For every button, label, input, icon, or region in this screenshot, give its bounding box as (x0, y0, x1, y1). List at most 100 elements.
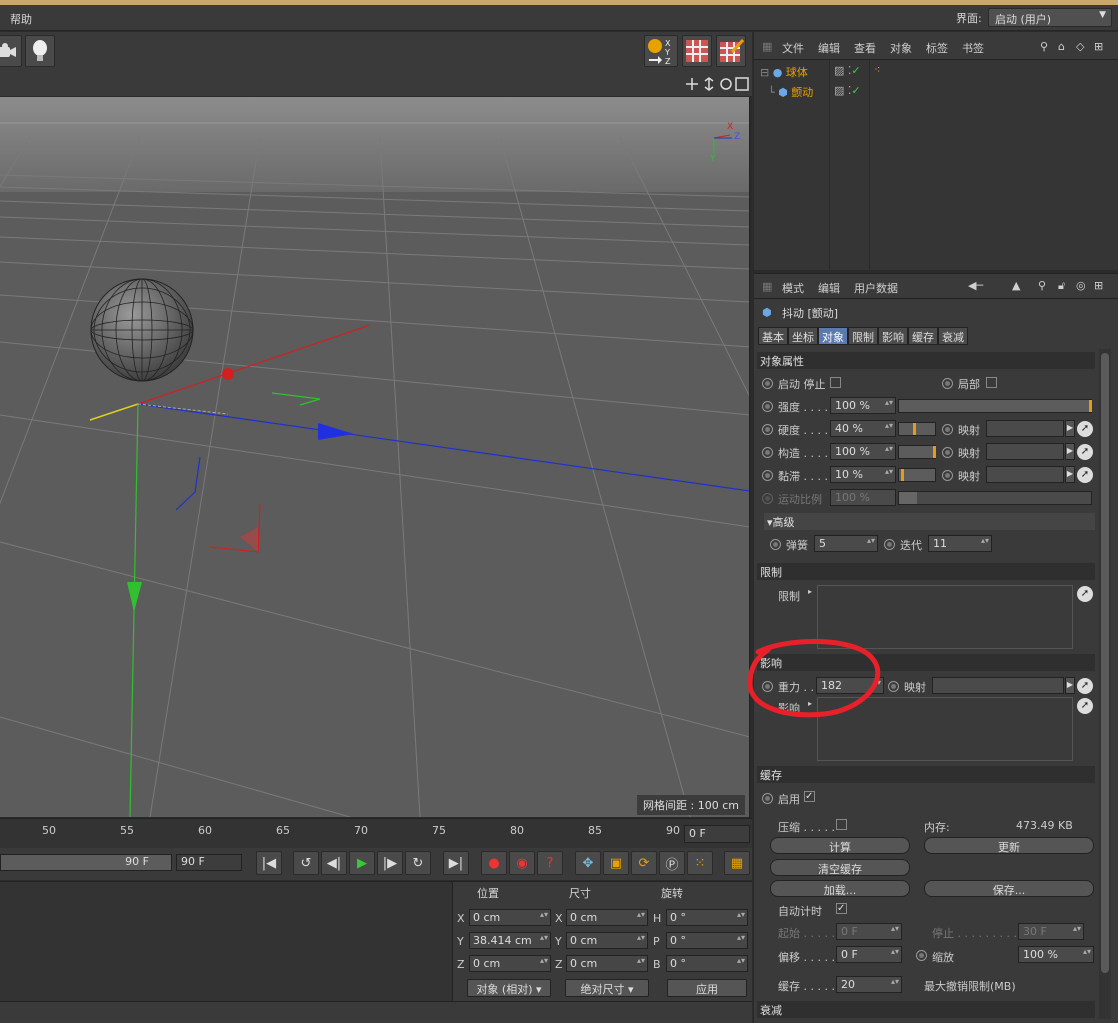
gravity-map-link[interactable] (932, 677, 1064, 694)
enable-checkbox[interactable]: ✓ (804, 791, 815, 802)
size-x-field[interactable]: 0 cm ▴▾ (566, 909, 648, 926)
new-panel-icon[interactable]: ⊞ (1094, 279, 1103, 292)
size-y-field[interactable]: 0 cm ▴▾ (566, 932, 648, 949)
tab-falloff[interactable]: 衰减 (938, 327, 968, 345)
spring-field[interactable]: 5 ▴▾ (814, 535, 878, 552)
back-arrow-icon[interactable]: ◀─ (968, 279, 983, 292)
tab-object[interactable]: 对象 (818, 327, 848, 345)
load-button[interactable]: 加载... (770, 880, 910, 897)
calculate-button[interactable]: 计算 (770, 837, 910, 854)
attribute-scrollbar[interactable] (1099, 349, 1111, 1019)
rot-h-field[interactable]: 0 ° ▴▾ (666, 909, 748, 926)
light-bulb-icon[interactable] (25, 35, 55, 67)
pick-cursor-icon[interactable]: ➚ (1077, 421, 1093, 437)
save-button[interactable]: 保存... (924, 880, 1094, 897)
layout-select[interactable]: 启动 (用户) ▼ (988, 8, 1112, 27)
scale-field[interactable]: 100 % ▴▾ (1018, 946, 1094, 963)
apply-button[interactable]: 应用 (667, 979, 747, 997)
visibility-icon[interactable]: ▨ ⁚✓ (834, 64, 861, 77)
strength-field[interactable]: 100 % ▴▾ (830, 397, 896, 414)
scrollbar-thumb[interactable] (1101, 353, 1109, 973)
timeline-window-icon[interactable]: ▦ (724, 851, 750, 875)
structure-slider[interactable] (898, 445, 936, 459)
om-menu-bookmark[interactable]: 书签 (962, 40, 984, 56)
cache-size-field[interactable]: 20 ▴▾ (836, 976, 902, 993)
pos-y-field[interactable]: 38.414 cm ▴▾ (469, 932, 551, 949)
step-back-icon[interactable]: ◀| (321, 851, 347, 875)
rot-b-field[interactable]: 0 ° ▴▾ (666, 955, 748, 972)
viscosity-map-link[interactable] (986, 466, 1064, 483)
record-rotation-icon[interactable]: ⟳ (631, 851, 657, 875)
viscosity-slider[interactable] (898, 468, 936, 482)
coordinate-system-icon[interactable]: XYZ (644, 35, 678, 67)
play-icon[interactable]: ▶ (349, 851, 375, 875)
search-icon[interactable]: ⚲ (1038, 279, 1046, 292)
new-panel-icon[interactable]: ⊞ (1094, 40, 1103, 53)
animate-radio[interactable] (884, 539, 895, 550)
goto-prev-key-icon[interactable]: ↺ (293, 851, 319, 875)
clear-cache-button[interactable]: 清空缓存 (770, 859, 910, 876)
am-menu-mode[interactable]: 模式 (782, 280, 804, 296)
record-pla-icon[interactable]: ⁙ (687, 851, 713, 875)
structure-map-link[interactable] (986, 443, 1064, 460)
pick-cursor-icon[interactable]: ➚ (1077, 678, 1093, 694)
structure-field[interactable]: 100 % ▴▾ (830, 443, 896, 460)
size-mode-select[interactable]: 绝对尺寸 ▾ (565, 979, 649, 997)
pick-cursor-icon[interactable]: ➚ (1077, 586, 1093, 602)
auto-time-checkbox[interactable]: ✓ (836, 903, 847, 914)
om-menu-object[interactable]: 对象 (890, 40, 912, 56)
search-icon[interactable]: ⚲ (1040, 40, 1048, 53)
step-forward-icon[interactable]: |▶ (377, 851, 403, 875)
expand-arrow-icon[interactable]: ▶ (1065, 466, 1075, 483)
animate-radio[interactable] (762, 401, 773, 412)
expand-arrow-icon[interactable]: ▶ (1065, 677, 1075, 694)
expand-arrow-icon[interactable]: ▸ (808, 587, 812, 596)
lock-icon[interactable]: 🔓︎ (1058, 279, 1065, 293)
hardness-field[interactable]: 40 % ▴▾ (830, 420, 896, 437)
goto-end-icon[interactable]: ▶| (443, 851, 469, 875)
render-region-icon[interactable] (682, 35, 712, 67)
auto-key-icon[interactable]: ◉ (509, 851, 535, 875)
tag-icon[interactable]: ⁖ (874, 63, 880, 76)
animate-radio[interactable] (770, 539, 781, 550)
record-parameter-icon[interactable]: Ⓟ (659, 851, 685, 875)
iteration-field[interactable]: 11 ▴▾ (928, 535, 992, 552)
object-row-sphere[interactable]: ⊟ ● 球体 (760, 64, 808, 80)
record-scale-icon[interactable]: ▣ (603, 851, 629, 875)
animate-radio[interactable] (762, 447, 773, 458)
animate-radio[interactable] (762, 470, 773, 481)
pos-x-field[interactable]: 0 cm ▴▾ (469, 909, 551, 926)
local-checkbox[interactable] (986, 377, 997, 388)
coord-mode-select[interactable]: 对象 (相对) ▾ (467, 979, 551, 997)
pick-cursor-icon[interactable]: ➚ (1077, 467, 1093, 483)
compress-checkbox[interactable] (836, 819, 847, 830)
rot-p-field[interactable]: 0 ° ▴▾ (666, 932, 748, 949)
record-position-icon[interactable]: ✥ (575, 851, 601, 875)
hardness-slider[interactable] (898, 422, 936, 436)
am-menu-edit[interactable]: 编辑 (818, 280, 840, 296)
om-menu-tag[interactable]: 标签 (926, 40, 948, 56)
animate-radio[interactable] (942, 424, 953, 435)
tab-influence[interactable]: 影响 (878, 327, 908, 345)
tab-cache[interactable]: 缓存 (908, 327, 938, 345)
om-menu-edit[interactable]: 编辑 (818, 40, 840, 56)
animate-radio[interactable] (916, 950, 927, 961)
pick-cursor-icon[interactable]: ➚ (1077, 444, 1093, 460)
expand-arrow-icon[interactable]: ▶ (1065, 443, 1075, 460)
link-icon[interactable]: ◇ (1076, 40, 1084, 53)
start-stop-checkbox[interactable] (830, 377, 841, 388)
animate-radio[interactable] (762, 378, 773, 389)
object-row-jiggle[interactable]: └ ⬢ 颤动 (768, 84, 813, 100)
3d-viewport[interactable]: X Y Z 网格间距 : 100 cm (0, 97, 750, 817)
size-z-field[interactable]: 0 cm ▴▾ (566, 955, 648, 972)
current-frame-field[interactable]: 0 F (684, 825, 750, 843)
animate-radio[interactable] (942, 470, 953, 481)
strength-slider[interactable] (898, 399, 1092, 413)
menu-help[interactable]: 帮助 (10, 11, 32, 27)
tab-basic[interactable]: 基本 (758, 327, 788, 345)
home-icon[interactable]: ⌂ (1058, 40, 1065, 53)
animate-radio[interactable] (942, 447, 953, 458)
animate-radio[interactable] (942, 378, 953, 389)
update-button[interactable]: 更新 (924, 837, 1094, 854)
goto-start-icon[interactable]: |◀ (256, 851, 282, 875)
